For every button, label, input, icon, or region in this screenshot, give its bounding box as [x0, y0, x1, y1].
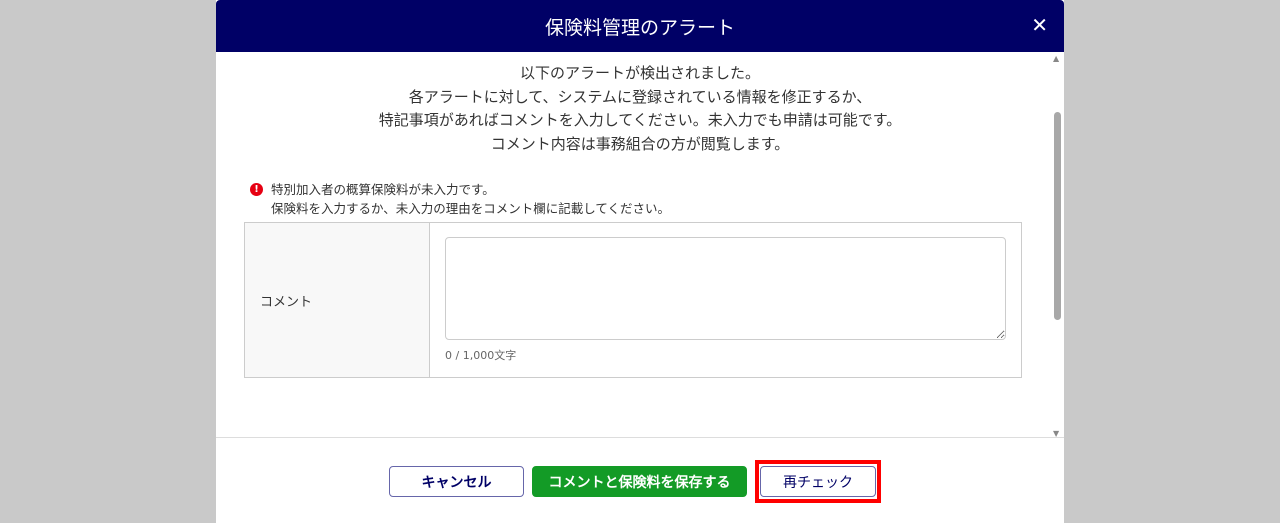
dialog-header: 保険料管理のアラート ✕: [216, 0, 1064, 52]
comment-table: コメント 0 / 1,000文字: [244, 222, 1022, 378]
intro-line: 以下のアラートが検出されました。: [519, 64, 760, 82]
alert-line2: 保険料を入力するか、未入力の理由をコメント欄に記載してください。: [271, 201, 671, 216]
intro-line: 特記事項があればコメントを入力してください。未入力でも申請は可能です。: [378, 111, 902, 129]
save-button[interactable]: コメントと保険料を保存する: [532, 466, 747, 497]
scrollbar-thumb[interactable]: [1054, 112, 1061, 320]
scroll-up-icon[interactable]: ▲: [1053, 54, 1059, 63]
cancel-button[interactable]: キャンセル: [389, 466, 524, 497]
comment-textarea[interactable]: [445, 237, 1006, 340]
highlight-box: 再チェック: [755, 460, 881, 503]
intro-line: コメント内容は事務組合の方が閲覧します。: [490, 134, 790, 153]
dialog-title: 保険料管理のアラート: [544, 16, 735, 39]
char-counter: 0 / 1,000文字: [445, 349, 517, 362]
close-icon[interactable]: ✕: [1031, 13, 1048, 37]
scrollbar[interactable]: ▲ ▼: [1052, 52, 1062, 438]
dialog-footer: キャンセル コメントと保険料を保存する 再チェック: [216, 460, 1064, 503]
alert-dialog: 保険料管理のアラート ✕ 以下のアラートが検出されました。 各アラートに対して、…: [216, 0, 1064, 523]
alert-icon: !: [250, 183, 263, 196]
scroll-down-icon[interactable]: ▼: [1053, 429, 1059, 438]
intro-line: 各アラートに対して、システムに登録されている情報を修正するか、: [408, 87, 872, 106]
recheck-button[interactable]: 再チェック: [760, 466, 876, 497]
intro-text: 以下のアラートが検出されました。 各アラートに対して、システムに登録されている情…: [216, 62, 1064, 156]
dialog-body: 以下のアラートが検出されました。 各アラートに対して、システムに登録されている情…: [216, 52, 1064, 438]
alert-line1: 特別加入者の概算保険料が未入力です。: [271, 182, 495, 197]
comment-label: コメント: [245, 223, 430, 377]
alert-message: ! 特別加入者の概算保険料が未入力です。 保険料を入力するか、未入力の理由をコメン…: [250, 180, 670, 218]
